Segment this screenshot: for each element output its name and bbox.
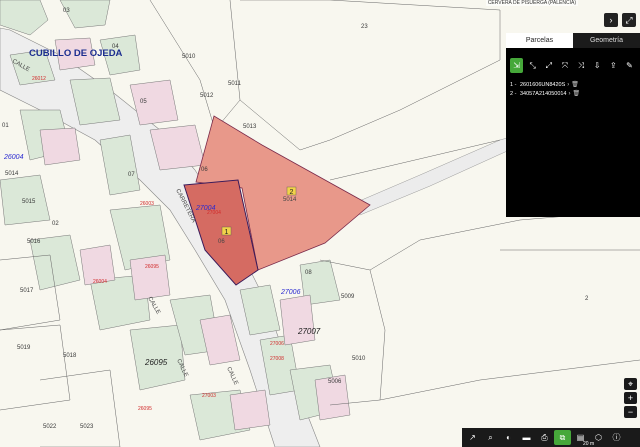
ruler-icon[interactable]: ▬ [518,430,535,445]
lot-number: 23 [361,24,368,30]
lot-number: 5014 [5,171,19,177]
locate-icon[interactable]: ⌖ [624,378,637,390]
expand-arrow-icon[interactable]: ↗ [464,430,481,445]
chevron-right-icon[interactable]: › [569,90,571,99]
parcel-1-badge: 1 [225,229,229,236]
print-icon[interactable]: ⎙ [536,430,553,445]
lot-number: 5017 [20,288,34,294]
lot-number: 5018 [63,353,77,359]
lot-number: 04 [112,44,119,50]
lot-number: 02 [52,221,59,227]
lot-number: 5023 [80,424,94,430]
parcel-2-badge: 2 [290,189,294,196]
block-number: 27006 [280,289,301,296]
lot-number: 03 [63,8,70,14]
lot-number: 06 [201,167,208,173]
reference-code: 27003 [202,393,216,399]
pencil-icon[interactable]: ✎ [623,58,636,73]
list-item[interactable]: 2 - 34057A214050014 › 🗑 [510,90,636,99]
block-number: 26095 [144,358,168,367]
lot-number: 08 [305,270,312,276]
globe-icon[interactable]: ◐ [500,430,517,445]
split-icon[interactable]: ⤢ [542,58,555,73]
lot-number: 5013 [243,124,257,130]
bottom-toolbar: ↗ ⌕ ◐ ▬ ⎙ ⧉ ▤ ⬡ ⓘ [462,428,640,447]
tab-parcelas[interactable]: Parcelas [506,33,573,48]
block-number: 27007 [297,327,321,336]
zoom-out-icon[interactable]: − [624,406,637,418]
export-icon[interactable]: ⇩ [591,58,604,73]
lot-number: 05 [140,99,147,105]
reference-code: 27008 [270,356,284,362]
lot-number: 5011 [228,81,242,87]
parcel-reference: 2601606UN8420S [520,82,566,88]
parcel-list: 1 - 2601606UN8420S › 🗑 2 - 34057A2140500… [506,77,640,103]
municipality-label: CERVERA DE PISUERGA (PALENCIA) [485,0,578,6]
lot-number: 5012 [200,93,214,99]
lot-number: 5010 [352,356,366,362]
zoom-controls: ⌖ + − [624,378,637,418]
lot-number: 5016 [27,239,41,245]
add-parcel-icon[interactable]: ⇲ [510,58,524,73]
block-number: 26004 [3,154,24,161]
reference-code: 26095 [145,264,159,270]
parcel-index: 1 - [510,82,517,88]
info-icon[interactable]: ⓘ [608,430,625,445]
reference-code: 26012 [32,76,46,82]
place-name: CUBILLO DE OJEDA [29,48,123,59]
zoom-in-icon[interactable]: + [624,392,637,404]
lot-number: 5010 [182,54,196,60]
layers-icon[interactable]: ⧉ [554,430,571,445]
expand-icon[interactable]: ⤢ [622,13,636,27]
lot-number: 5019 [17,345,31,351]
panel-toolbar: ⇲ ⤡ ⤢ ⤧ ⤨ ⇩ ⇪ ✎ [506,48,640,77]
list-item[interactable]: 1 - 2601606UN8420S › 🗑 [510,81,636,90]
reference-code: 26095 [138,406,152,412]
reference-code: 26004 [93,279,107,285]
reference-code: 27004 [207,210,221,216]
merge-icon[interactable]: ⤧ [558,58,571,73]
lot-number: 01 [2,123,9,129]
parcel-1-code: 06 [218,239,225,245]
parcel-reference: 34057A214050014 [520,91,567,97]
reference-code: 26003 [140,201,154,207]
measure-icon[interactable]: ⤡ [526,58,539,73]
lot-number: 07 [128,172,135,178]
scale-label: 20 m [583,441,595,447]
lot-number: 5022 [43,424,57,430]
parcel-panel: Parcelas Geometría ⇲ ⤡ ⤢ ⤧ ⤨ ⇩ ⇪ ✎ 1 - 2… [506,33,640,217]
parcel-2-code: 5014 [283,197,297,203]
trash-icon[interactable]: 🗑 [571,81,579,90]
parcel-index: 2 - [510,91,517,97]
area-icon[interactable]: ⤨ [575,58,588,73]
zoom-search-icon[interactable]: ⌕ [482,430,499,445]
upload-icon[interactable]: ⇪ [607,58,620,73]
chevron-right-icon[interactable]: › [567,81,569,90]
lot-number: 5006 [328,379,342,385]
lot-number: 5015 [22,199,36,205]
lot-number: 5009 [341,294,355,300]
tab-geometria[interactable]: Geometría [573,33,640,48]
reference-code: 27006 [270,341,284,347]
trash-icon[interactable]: 🗑 [573,90,581,99]
chevron-right-icon[interactable]: › [604,13,618,27]
